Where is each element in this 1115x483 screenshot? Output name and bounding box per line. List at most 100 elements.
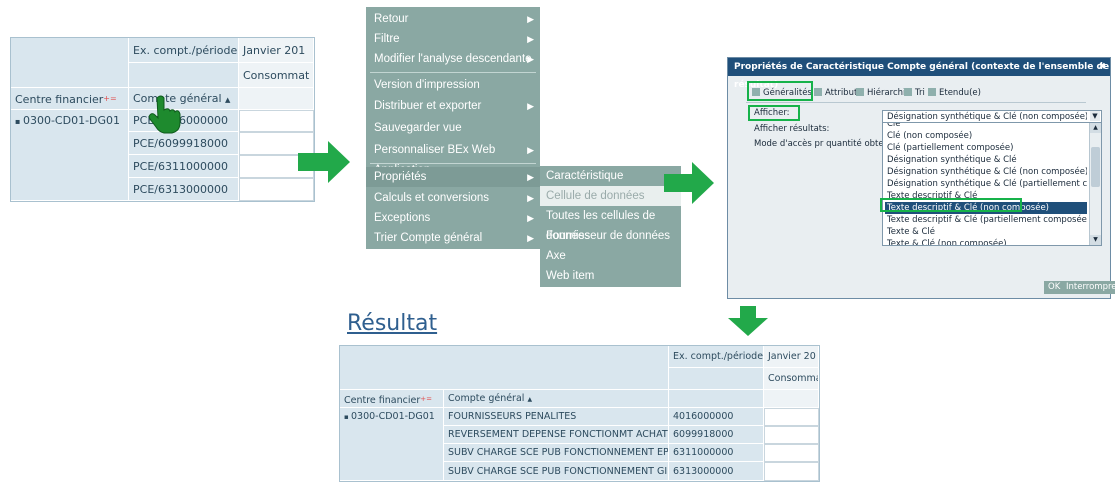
header-month[interactable]: Janvier 201 — [239, 38, 314, 63]
option-item[interactable]: Clé — [885, 123, 1087, 130]
option-item[interactable]: Désignation synthétique & Clé (partielle… — [885, 178, 1087, 190]
scrollbar-thumb[interactable] — [1091, 147, 1100, 187]
submenu-item-characteristic[interactable]: Caractéristique — [540, 166, 681, 186]
value-row-4[interactable] — [764, 462, 819, 481]
header-center[interactable]: Centre financier+= — [340, 390, 444, 408]
result-row-1-key[interactable]: 4016000000 — [669, 408, 764, 426]
value-row-1[interactable] — [764, 408, 819, 426]
menu-item-save-view[interactable]: Sauvegarder vue — [366, 118, 540, 138]
menu-item-sort[interactable]: Trier Compte général ▶ — [366, 228, 540, 248]
menu-item-properties[interactable]: Propriétés ▶ — [366, 167, 540, 187]
center-cell[interactable]: ▪ 0300-CD01-DG01 — [11, 110, 129, 201]
header-period: Ex. compt./période — [129, 38, 239, 63]
display-options-list[interactable]: Clé Clé (non composée) Clé (partiellemen… — [882, 122, 1102, 246]
submenu-item-provider[interactable]: Fournisseur de données — [540, 226, 681, 246]
scroll-down-icon[interactable]: ▼ — [1090, 235, 1101, 245]
menu-item-label: Exceptions — [374, 212, 431, 224]
submenu-item-axis[interactable]: Axe — [540, 246, 681, 266]
arrow-right-icon — [664, 162, 714, 204]
sort-ascending-icon[interactable]: ▲ — [225, 96, 230, 104]
header-center-label: Centre financier — [15, 93, 104, 106]
center-cell[interactable]: ▪ 0300-CD01-DG01 — [340, 408, 444, 481]
option-item[interactable]: Désignation synthétique & Clé — [885, 154, 1087, 166]
hand-cursor-icon — [148, 95, 181, 134]
tab-attributs[interactable]: Attributs — [814, 86, 862, 100]
empty-header — [129, 63, 239, 88]
header-center-marks: += — [103, 94, 117, 103]
label-afficher-resultats: Afficher résultats: — [754, 124, 830, 134]
option-item[interactable]: Texte descriptif & Clé (partiellement co… — [885, 214, 1087, 226]
result-row-2-text[interactable]: REVERSEMENT DEPENSE FONCTIONMT ACHAT — [444, 426, 669, 444]
value-row-2[interactable] — [764, 426, 819, 444]
tab-icon — [928, 88, 936, 96]
result-row-1-text[interactable]: FOURNISSEURS PENALITES — [444, 408, 669, 426]
menu-item-calculations[interactable]: Calculs et conversions ▶ — [366, 188, 540, 208]
sort-ascending-icon[interactable]: ▲ — [527, 396, 532, 403]
bullet-icon: ▪ — [344, 413, 351, 421]
result-row-2-key[interactable]: 6099918000 — [669, 426, 764, 444]
menu-item-label: Version d'impression — [374, 79, 480, 91]
cancel-button[interactable]: Interrompre — [1062, 281, 1115, 294]
submenu-arrow-icon: ▶ — [527, 101, 534, 111]
account-row-3[interactable]: PCE/6311000000 — [129, 155, 239, 178]
scroll-up-icon[interactable]: ▲ — [1090, 123, 1101, 133]
tab-tri[interactable]: Tri — [904, 86, 925, 100]
menu-divider — [370, 72, 536, 73]
menu-item-filtre[interactable]: Filtre ▶ — [366, 29, 540, 49]
option-item[interactable]: Texte & Clé — [885, 226, 1087, 238]
tab-label: Tri — [915, 88, 925, 98]
header-consumption[interactable]: Consomma — [764, 368, 819, 390]
submenu-arrow-icon: ▶ — [527, 172, 534, 182]
menu-item-label: Propriétés — [374, 171, 427, 183]
header-center-label: Centre financier — [344, 395, 421, 406]
chevron-down-icon[interactable]: ▼ — [1090, 111, 1100, 121]
arrow-right-icon — [298, 141, 350, 183]
account-row-2[interactable]: PCE/6099918000 — [129, 132, 239, 155]
account-row-1[interactable]: PCE/4016000000 — [129, 110, 239, 132]
result-row-4-key[interactable]: 6313000000 — [669, 462, 764, 481]
menu-item-label: Calculs et conversions — [374, 192, 490, 204]
option-item[interactable]: Texte & Clé (non composée) — [885, 238, 1087, 245]
header-center[interactable]: Centre financier+= — [11, 88, 129, 110]
tab-etendu[interactable]: Etendu(e) — [928, 86, 981, 100]
result-title: Résultat — [347, 311, 438, 336]
menu-item-export[interactable]: Distribuer et exporter ▶ — [366, 96, 540, 116]
bullet-icon: ▪ — [15, 117, 23, 126]
empty-value-header — [239, 88, 314, 110]
menu-item-label: Sauvegarder vue — [374, 122, 462, 134]
account-row-4[interactable]: PCE/6313000000 — [129, 178, 239, 201]
result-row-3-key[interactable]: 6311000000 — [669, 444, 764, 462]
header-account-label: Compte général — [448, 393, 525, 404]
label-afficher: Afficher: — [754, 108, 790, 118]
header-month[interactable]: Janvier 20 — [764, 346, 819, 368]
menu-item-exceptions[interactable]: Exceptions ▶ — [366, 208, 540, 228]
value-row-3[interactable] — [764, 444, 819, 462]
option-item[interactable]: Clé (partiellement composée) — [885, 142, 1087, 154]
submenu-item-data-cell[interactable]: Cellule de données — [540, 186, 681, 206]
submenu-item-all-cells[interactable]: Toutes les cellules de données — [540, 206, 681, 242]
tab-icon — [904, 88, 912, 96]
submenu-item-web-item[interactable]: Web item — [540, 266, 681, 286]
header-consumption[interactable]: Consommat — [239, 63, 314, 88]
menu-item-retour[interactable]: Retour ▶ — [366, 9, 540, 29]
tab-label: Etendu(e) — [939, 88, 981, 98]
menu-item-drilldown[interactable]: Modifier l'analyse descendante ▶ — [366, 49, 540, 69]
empty-corner — [340, 346, 669, 390]
dialog-title: Propriétés de Caractéristique Compte gén… — [728, 58, 1110, 90]
menu-item-print[interactable]: Version d'impression — [366, 75, 540, 95]
tab-hierarchie[interactable]: Hiérarchie — [856, 86, 911, 100]
result-row-4-text[interactable]: SUBV CHARGE SCE PUB FONCTIONNEMENT GIP — [444, 462, 669, 481]
close-icon[interactable]: ✖ — [1098, 58, 1106, 76]
table-after: Ex. compt./période Janvier 20 Consomma C… — [339, 345, 820, 482]
header-period: Ex. compt./période — [669, 346, 764, 368]
value-row-1[interactable] — [239, 110, 314, 132]
option-item[interactable]: Clé (non composée) — [885, 130, 1087, 142]
header-account[interactable]: Compte général ▲ — [444, 390, 669, 408]
menu-item-customize[interactable]: Personnaliser BEx Web Application▶ — [366, 140, 540, 176]
result-row-3-text[interactable]: SUBV CHARGE SCE PUB FONCTIONNEMENT EPN — [444, 444, 669, 462]
option-item[interactable]: Désignation synthétique & Clé (non compo… — [885, 166, 1087, 178]
submenu-arrow-icon: ▶ — [527, 34, 534, 44]
scrollbar[interactable]: ▲ ▼ — [1089, 123, 1101, 245]
center-value: 0300-CD01-DG01 — [350, 411, 435, 422]
header-account[interactable]: Compte général ▲ — [129, 88, 239, 110]
